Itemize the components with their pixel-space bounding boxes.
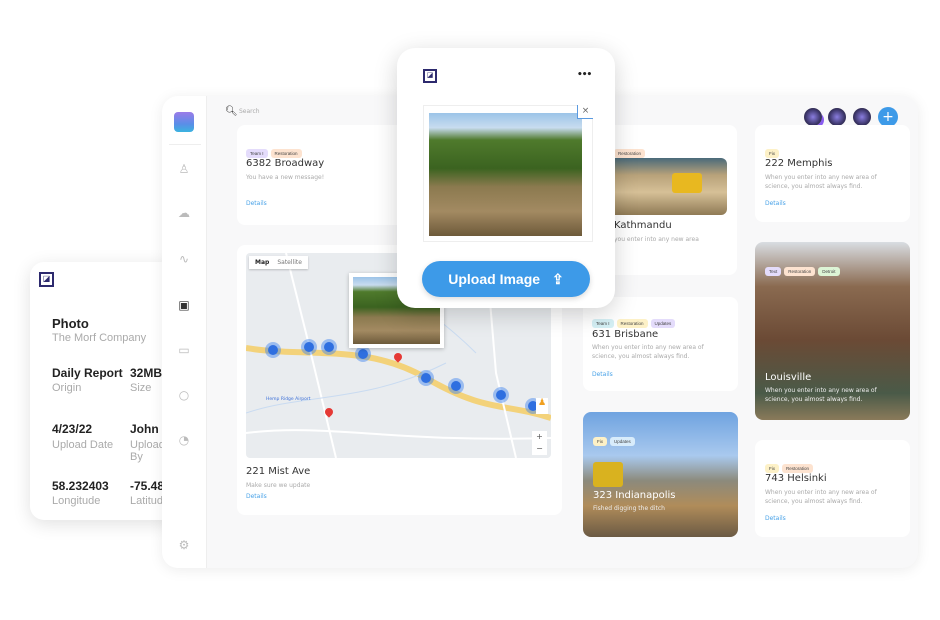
- origin-label: Origin: [52, 382, 82, 394]
- tag: Text: [765, 267, 782, 276]
- tag: Fix: [765, 464, 779, 473]
- tag: Team I: [592, 319, 614, 328]
- project-card-memphis[interactable]: Fix 222 Memphis When you enter into any …: [755, 125, 910, 222]
- details-link[interactable]: Details: [246, 200, 267, 207]
- image-preview: ×: [423, 105, 593, 242]
- sidebar: ♙ ☁ ∿ ▣ ▭ ○ ◔ ⚙: [162, 96, 207, 568]
- company-name: The Morf Company: [52, 332, 147, 344]
- card-title: Louisville: [765, 372, 812, 383]
- card-text: You have a new message!: [246, 174, 325, 181]
- card-text: Make sure we update: [246, 482, 311, 489]
- map-cluster[interactable]: [421, 373, 431, 383]
- tag: Team I: [246, 149, 268, 158]
- add-button[interactable]: +: [878, 107, 898, 127]
- card-text: When you enter into any new area of scie…: [765, 489, 877, 505]
- details-link[interactable]: Details: [246, 493, 267, 500]
- satellite-tab[interactable]: Satellite: [277, 259, 302, 266]
- avatar[interactable]: [853, 108, 871, 126]
- tag: Fix: [765, 149, 779, 158]
- upload-date-label: Upload Date: [52, 439, 114, 451]
- search-input[interactable]: Search: [239, 108, 260, 115]
- avatar[interactable]: [804, 108, 822, 126]
- uploaded-photo: [429, 113, 582, 236]
- divider: [169, 144, 201, 145]
- street-view-icon[interactable]: ♟: [536, 398, 548, 414]
- place-label: Hemp Ridge Airport: [266, 397, 311, 402]
- map-cluster[interactable]: [324, 342, 334, 352]
- tag: Updates: [610, 437, 635, 446]
- longitude-value: 58.232403: [52, 479, 109, 493]
- user-icon[interactable]: ♙: [175, 160, 193, 178]
- tag: Fix: [593, 437, 607, 446]
- tag: Restoration: [784, 267, 816, 276]
- settings-icon[interactable]: ⚙: [175, 536, 193, 554]
- card-text: you enter into any new area: [614, 236, 699, 243]
- avatar[interactable]: [828, 108, 846, 126]
- tag: Updates: [650, 319, 676, 328]
- image-icon[interactable]: ▣: [175, 296, 193, 314]
- project-card-louisville[interactable]: Text Restoration Detroit Louisville When y…: [755, 242, 910, 420]
- card-title: 631 Brisbane: [592, 329, 659, 340]
- timer-icon[interactable]: ○: [175, 386, 193, 404]
- tag: Detroit: [818, 267, 840, 276]
- more-options-button[interactable]: •••: [577, 70, 592, 80]
- longitude-label: Longitude: [52, 495, 101, 507]
- card-title: 222 Memphis: [765, 158, 833, 169]
- activity-icon[interactable]: ∿: [175, 250, 193, 268]
- card-title: 221 Mist Ave: [246, 466, 311, 477]
- tag: Restoration: [616, 319, 648, 328]
- tag: Restoration: [614, 149, 646, 158]
- details-link[interactable]: Details: [592, 371, 613, 378]
- tag: Restoration: [270, 149, 302, 158]
- photo-title: Photo: [52, 316, 89, 331]
- card-title: 743 Helsinki: [765, 473, 827, 484]
- details-link[interactable]: Details: [765, 515, 786, 522]
- zoom-in-button[interactable]: +: [532, 431, 547, 443]
- project-card-helsinki[interactable]: Fix Restoration 743 Helsinki When you ent…: [755, 440, 910, 537]
- project-card-indianapolis[interactable]: Fix Updates 323 Indianapolis Fished diggi…: [583, 412, 738, 537]
- upload-image-modal: ◪ ••• × Upload Image ⇪: [397, 48, 615, 308]
- card-title: 323 Indianapolis: [593, 490, 676, 501]
- cloud-upload-icon[interactable]: ☁: [175, 204, 193, 222]
- card-text: When you enter into any new area of scie…: [765, 387, 877, 403]
- map-cluster[interactable]: [496, 390, 506, 400]
- zoom-out-button[interactable]: −: [532, 443, 547, 455]
- photo-detail-card: ◪ Photo The Morf Company Daily Report Or…: [30, 262, 180, 520]
- map-tab[interactable]: Map: [255, 259, 269, 266]
- project-photo: [607, 158, 727, 215]
- logo-icon: [174, 112, 194, 132]
- upload-date-value: 4/23/22: [52, 422, 93, 436]
- card-title: Kathmandu: [614, 220, 672, 231]
- calendar-icon[interactable]: ▭: [175, 341, 193, 359]
- origin-value: Daily Report: [52, 366, 123, 380]
- tag: Restoration: [782, 464, 814, 473]
- card-text: When you enter into any new area of scie…: [765, 174, 877, 190]
- card-text: When you enter into any new area of scie…: [592, 344, 704, 360]
- size-value: 32MB: [130, 366, 163, 380]
- upload-button-label: Upload Image: [448, 271, 541, 287]
- remove-image-button[interactable]: ×: [577, 105, 593, 119]
- image-icon: ◪: [39, 272, 54, 287]
- pie-chart-icon[interactable]: ◔: [175, 431, 193, 449]
- latitude-value: -75.48: [130, 479, 165, 493]
- map-cluster[interactable]: [451, 381, 461, 391]
- details-link[interactable]: Details: [765, 200, 786, 207]
- card-title: 6382 Broadway: [246, 158, 325, 169]
- search-icon: 🔍︎: [225, 106, 238, 117]
- size-label: Size: [130, 382, 152, 394]
- upload-image-button[interactable]: Upload Image ⇪: [422, 261, 590, 297]
- map-cluster[interactable]: [358, 349, 368, 359]
- map-cluster[interactable]: [268, 345, 278, 355]
- card-text: Fished digging the ditch: [593, 505, 665, 512]
- upload-icon: ⇪: [552, 270, 564, 287]
- project-card-brisbane[interactable]: Team I Restoration Updates 631 Brisbane Wh…: [583, 297, 738, 391]
- map-cluster[interactable]: [304, 342, 314, 352]
- image-icon: ◪: [423, 69, 437, 83]
